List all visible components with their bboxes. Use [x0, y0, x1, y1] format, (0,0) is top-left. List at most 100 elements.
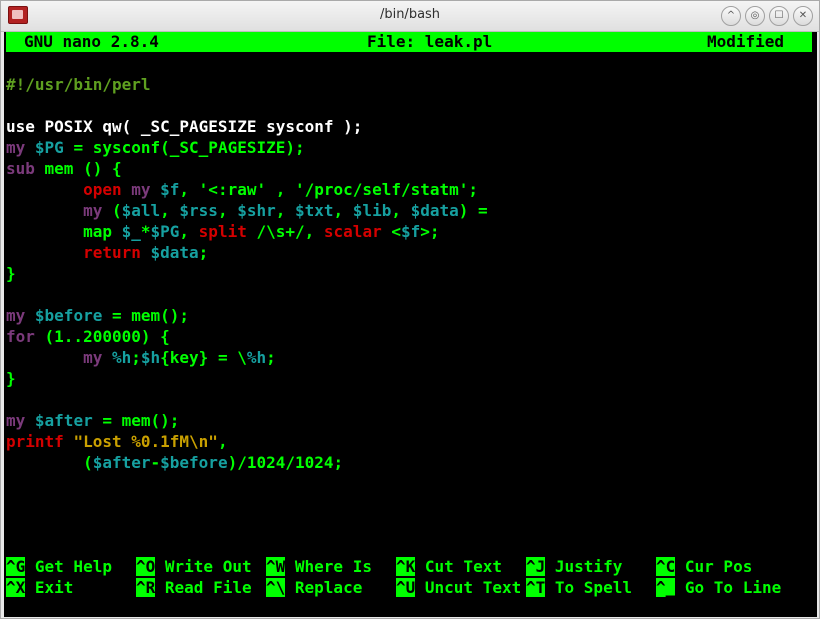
sticky-icon[interactable]: ◎	[745, 6, 765, 26]
code-token: , '<:raw' , '/proc/self/statm';	[179, 180, 479, 199]
code-token: %h	[246, 348, 267, 367]
shortcut-label: Uncut Text	[415, 578, 522, 597]
code-line: }	[6, 368, 16, 389]
code-token: ,	[160, 201, 180, 220]
code-line: my $after = mem();	[6, 410, 179, 431]
shortcut-item[interactable]: ^W Where Is	[266, 556, 372, 577]
code-token: $rss	[179, 201, 218, 220]
maximize-icon[interactable]: ☐	[769, 6, 789, 26]
code-token: open	[83, 180, 132, 199]
shortcut-key: ^W	[266, 557, 286, 576]
code-token: $PG	[34, 138, 64, 157]
code-line: my ($all, $rss, $shr, $txt, $lib, $data)…	[6, 200, 488, 221]
shortcut-item[interactable]: ^\ Replace	[266, 577, 362, 598]
code-token: $data	[150, 243, 199, 262]
code-token: $after	[34, 411, 93, 430]
code-token: ,	[275, 201, 295, 220]
code-token: }	[6, 369, 16, 388]
code-token: my	[6, 138, 35, 157]
file-name: File: leak.pl	[367, 32, 493, 51]
code-token: ;	[198, 243, 209, 262]
shortcut-item[interactable]: ^O Write Out	[136, 556, 252, 577]
shortcut-key: ^G	[6, 557, 26, 576]
code-token: = mem();	[102, 306, 190, 325]
code-token: ,	[179, 222, 199, 241]
shortcut-item[interactable]: ^J Justify	[526, 556, 622, 577]
code-line: my %h;$h{key} = \%h;	[6, 347, 276, 368]
shortcut-label: Where Is	[285, 557, 372, 576]
code-token: $h	[140, 348, 161, 367]
code-token: {key} = \	[160, 348, 247, 367]
code-token: )/1024/1024;	[227, 453, 344, 472]
code-token: ;	[131, 348, 141, 367]
code-token: scalar	[323, 222, 392, 241]
shortcut-item[interactable]: ^X Exit	[6, 577, 73, 598]
code-token: $f	[400, 222, 421, 241]
shortcut-item[interactable]: ^T To Spell	[526, 577, 632, 598]
shortcut-item[interactable]: ^K Cut Text	[396, 556, 502, 577]
code-token: printf	[6, 432, 74, 451]
code-line: printf "Lost %0.1fM\n",	[6, 431, 228, 452]
title-bar[interactable]: /bin/bash ^ ◎ ☐ ✕	[1, 1, 819, 32]
code-line: open my $f, '<:raw' , '/proc/self/statm'…	[6, 179, 478, 200]
code-line: my $PG = sysconf(_SC_PAGESIZE);	[6, 137, 305, 158]
shortcut-item[interactable]: ^R Read File	[136, 577, 252, 598]
code-token: $shr	[237, 201, 276, 220]
code-token: $PG	[150, 222, 180, 241]
code-token: $data	[410, 201, 459, 220]
code-token: >;	[420, 222, 440, 241]
code-token: mem () {	[44, 159, 122, 178]
code-token: use POSIX qw( _SC_PAGESIZE sysconf );	[6, 117, 363, 136]
shortcut-key: ^K	[396, 557, 416, 576]
code-line: }	[6, 263, 16, 284]
code-token: my	[83, 201, 112, 220]
code-line: #!/usr/bin/perl	[6, 74, 151, 95]
code-token: my	[6, 306, 35, 325]
shade-up-icon[interactable]: ^	[721, 6, 741, 26]
code-token: ,	[217, 432, 228, 451]
shortcut-item[interactable]: ^_ Go To Line	[656, 577, 781, 598]
shortcut-label: Exit	[25, 578, 74, 597]
nano-header-bar: GNU nano 2.8.4 File: leak.pl Modified	[6, 32, 812, 52]
code-token: my	[6, 411, 35, 430]
code-token: #!/usr/bin/perl	[6, 75, 151, 94]
code-line: return $data;	[6, 242, 208, 263]
code-token: return	[83, 243, 151, 262]
shortcut-label: To Spell	[545, 578, 632, 597]
code-line: use POSIX qw( _SC_PAGESIZE sysconf );	[6, 116, 362, 137]
shortcut-key: ^T	[526, 578, 546, 597]
shortcut-key: ^_	[656, 578, 676, 597]
shortcut-item[interactable]: ^U Uncut Text	[396, 577, 521, 598]
shortcut-item[interactable]: ^C Cur Pos	[656, 556, 752, 577]
shortcut-item[interactable]: ^G Get Help	[6, 556, 112, 577]
code-token: sub	[6, 159, 45, 178]
terminal-window: /bin/bash ^ ◎ ☐ ✕ GNU nano 2.8.4 File: l…	[0, 0, 820, 619]
code-token: %h	[111, 348, 132, 367]
code-token: = sysconf(_SC_PAGESIZE);	[63, 138, 305, 157]
code-token: $before	[34, 306, 103, 325]
shortcut-key: ^R	[136, 578, 156, 597]
code-token: my	[83, 348, 112, 367]
code-line: sub mem () {	[6, 158, 122, 179]
code-token: $_	[121, 222, 141, 241]
code-token: map	[83, 222, 122, 241]
window-controls: ^ ◎ ☐ ✕	[721, 6, 813, 26]
nano-editor[interactable]: GNU nano 2.8.4 File: leak.pl Modified #!…	[4, 32, 817, 617]
code-line: my $before = mem();	[6, 305, 189, 326]
code-token: }	[6, 264, 16, 283]
shortcut-label: Justify	[545, 557, 623, 576]
shortcut-label: Read File	[155, 578, 252, 597]
code-token: (	[6, 453, 93, 472]
code-token: "Lost %0.1fM\n"	[73, 432, 218, 451]
shortcut-label: Cut Text	[415, 557, 502, 576]
code-token: split	[198, 222, 257, 241]
code-token: $f	[160, 180, 180, 199]
code-line: for (1..200000) {	[6, 326, 170, 347]
shortcut-label: Write Out	[155, 557, 252, 576]
code-token: ,	[391, 201, 411, 220]
close-icon[interactable]: ✕	[793, 6, 813, 26]
code-token: ,	[217, 201, 238, 220]
code-token: $lib	[352, 201, 392, 220]
